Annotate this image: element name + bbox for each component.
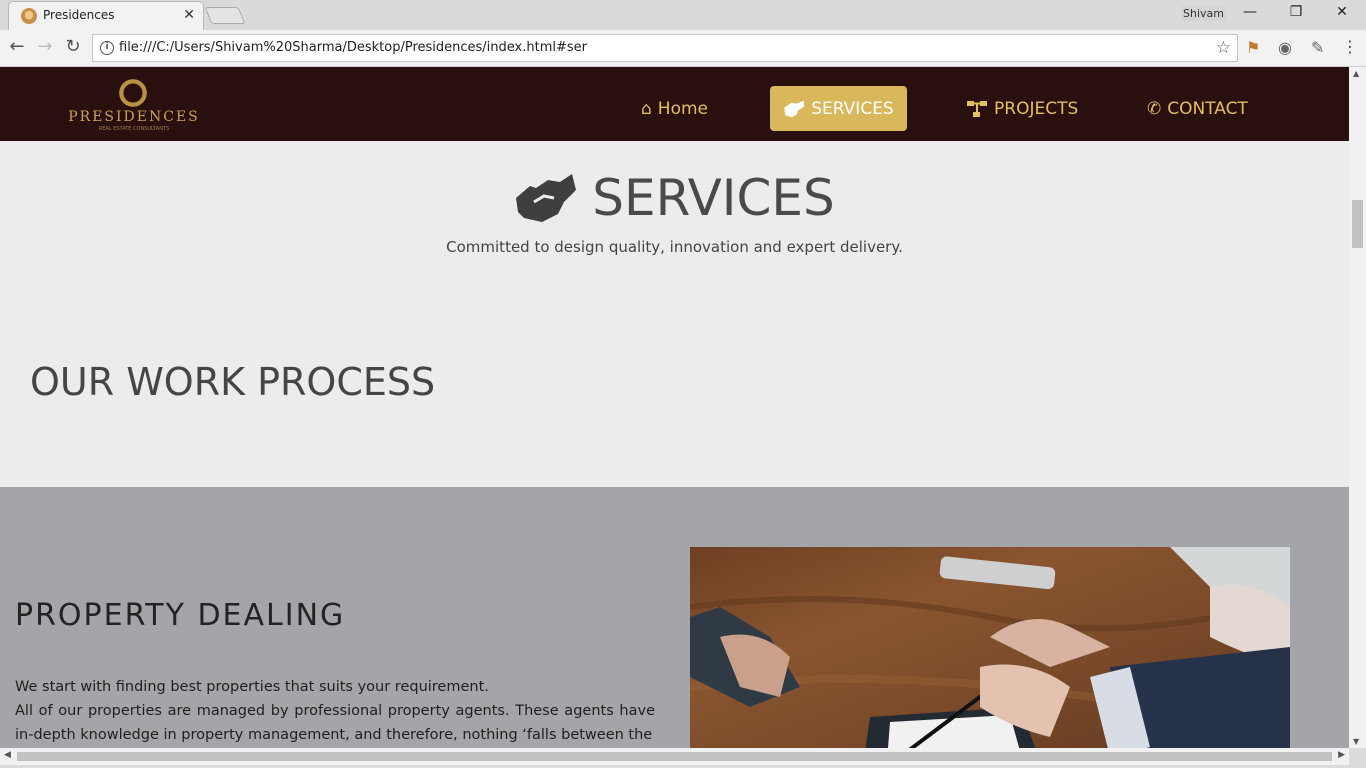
nav-contact[interactable]: ✆ CONTACT [1147,86,1248,131]
logo-subtext: REAL ESTATE CONSULTANTS [98,126,170,132]
handshake-icon [784,100,805,117]
browser-menu-icon[interactable]: ⋮ [1342,37,1358,56]
scroll-right-icon[interactable]: ▶ [1338,750,1345,760]
scrollbar-corner [1349,748,1366,768]
horizontal-scrollbar[interactable]: ◀ ▶ [0,748,1349,765]
site-navbar: PRESIDENCES REAL ESTATE CONSULTANTS ⌂ Ho… [0,67,1349,141]
work-process-title: OUR WORK PROCESS [30,360,436,404]
extension-flag-icon[interactable]: ⚑ [1246,38,1260,57]
profile-button[interactable]: Shivam [1181,6,1226,21]
forward-button[interactable]: → [34,36,56,58]
back-button[interactable]: ← [6,36,28,58]
property-dealing-paragraph-2: All of our properties are managed by pro… [15,703,655,743]
url-text[interactable]: file:///C:/Users/Shivam%20Sharma/Desktop… [119,40,587,55]
web-page: PRESIDENCES REAL ESTATE CONSULTANTS ⌂ Ho… [0,67,1349,748]
browser-toolbar: ← → ↻ i file:///C:/Users/Shivam%20Sharma… [0,30,1366,67]
meeting-illustration [690,547,1290,748]
lion-crest-icon [114,79,152,107]
close-tab-icon[interactable]: ✕ [183,7,195,23]
address-bar[interactable]: i file:///C:/Users/Shivam%20Sharma/Deskt… [92,34,1238,62]
services-heading: SERVICES [0,169,1349,227]
nav-home-label: Home [657,98,708,119]
extension-eyedropper-icon[interactable]: ✎ [1311,38,1324,57]
property-dealing-title: PROPERTY DEALING [15,598,346,633]
browser-titlebar: Presidences ✕ Shivam — ❐ ✕ [0,0,1366,30]
extension-record-icon[interactable]: ◉ [1278,38,1292,57]
phone-icon: ✆ [1147,98,1162,119]
nav-home[interactable]: ⌂ Home [641,86,708,131]
site-logo[interactable]: PRESIDENCES REAL ESTATE CONSULTANTS [66,79,202,132]
services-title: SERVICES [592,169,835,227]
bookmark-star-icon[interactable]: ☆ [1216,38,1231,58]
services-subtitle: Committed to design quality, innovation … [446,238,903,256]
horizontal-scroll-thumb[interactable] [17,752,1332,761]
restore-button[interactable]: ❐ [1286,4,1306,20]
browser-tab[interactable]: Presidences ✕ [8,1,204,30]
home-icon: ⌂ [641,98,652,119]
vertical-scrollbar[interactable]: ▲ ▼ [1349,67,1366,748]
info-icon[interactable]: i [100,41,114,55]
scroll-down-icon[interactable]: ▼ [1353,737,1359,746]
close-window-button[interactable]: ✕ [1332,4,1352,20]
scroll-up-icon[interactable]: ▲ [1353,69,1359,78]
property-dealing-text: We start with finding best properties th… [15,675,655,747]
nav-projects[interactable]: PROJECTS [966,86,1078,131]
handshake-icon [516,174,577,222]
nav-projects-label: PROJECTS [994,98,1079,119]
nav-contact-label: CONTACT [1167,98,1248,119]
nav-services-label: SERVICES [811,98,894,119]
minimize-button[interactable]: — [1240,4,1260,20]
business-meeting-photo [690,547,1290,748]
property-dealing-paragraph-1: We start with finding best properties th… [15,679,489,695]
reload-button[interactable]: ↻ [62,36,84,58]
site-favicon-icon [21,8,37,24]
sitemap-icon [967,100,987,117]
vertical-scroll-thumb[interactable] [1352,200,1363,248]
tab-title: Presidences [43,8,115,22]
property-dealing-section: PROPERTY DEALING We start with finding b… [0,487,1349,748]
scroll-left-icon[interactable]: ◀ [4,750,11,760]
logo-text: PRESIDENCES [68,109,200,125]
new-tab-button[interactable] [204,7,246,24]
nav-services[interactable]: SERVICES [770,86,907,131]
